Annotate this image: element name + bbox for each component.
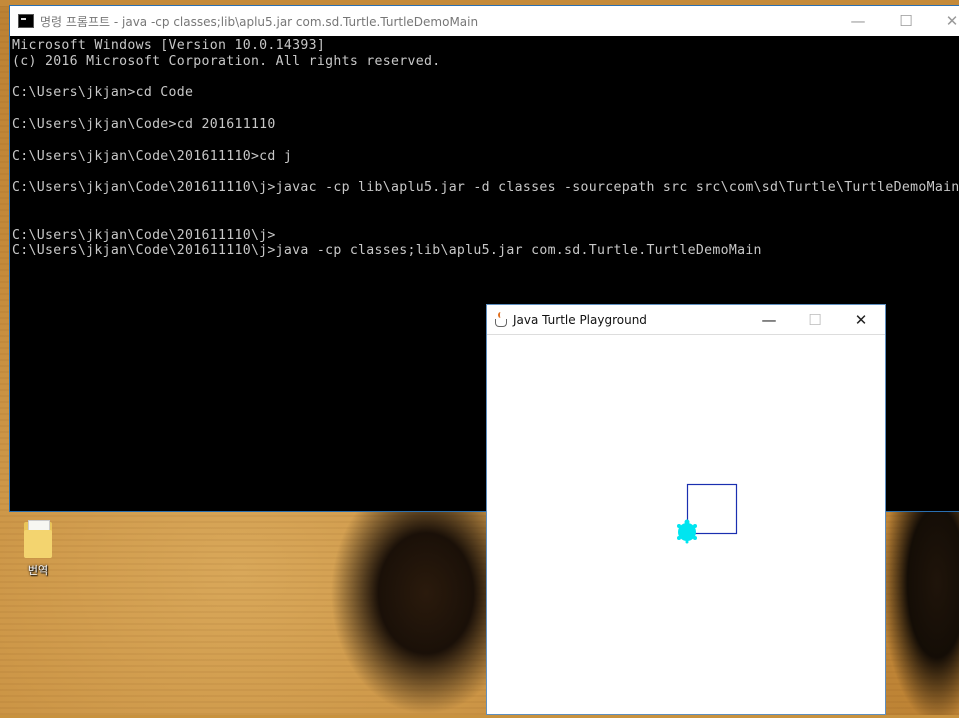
- turtle-leg: [693, 524, 697, 528]
- java-close-button[interactable]: ✕: [838, 305, 884, 334]
- console-line: Microsoft Windows [Version 10.0.14393]: [12, 38, 326, 53]
- turtle-leg: [693, 536, 697, 540]
- cmd-app-icon: [18, 14, 34, 28]
- console-line: C:\Users\jkjan\Code>cd 201611110: [12, 116, 276, 132]
- wallpaper-figure: [330, 512, 490, 715]
- desktop-icon-translation[interactable]: 번역: [14, 518, 62, 578]
- turtle-leg: [677, 524, 681, 528]
- java-window-title: Java Turtle Playground: [513, 312, 647, 327]
- folder-icon: [22, 518, 54, 558]
- cmd-close-button[interactable]: ✕: [929, 6, 959, 36]
- console-line: C:\Users\jkjan\Code\201611110\j>javac -c…: [12, 180, 959, 196]
- turtle-head: [684, 519, 690, 525]
- java-maximize-button[interactable]: ☐: [792, 305, 838, 334]
- java-titlebar[interactable]: Java Turtle Playground — ☐ ✕: [487, 305, 885, 335]
- console-line: (c) 2016 Microsoft Corporation. All righ…: [12, 53, 441, 69]
- cmd-window-title: 명령 프롬프트 - java -cp classes;lib\aplu5.jar…: [40, 14, 479, 29]
- turtle-tail: [685, 540, 689, 544]
- console-line: C:\Users\jkjan\Code\201611110>cd j: [12, 148, 293, 164]
- console-line: C:\Users\jkjan\Code\201611110\j>java -cp…: [12, 243, 762, 259]
- wallpaper-figure-right: [885, 512, 959, 715]
- turtle-leg: [677, 536, 681, 540]
- java-turtle-window[interactable]: Java Turtle Playground — ☐ ✕: [486, 304, 886, 715]
- java-minimize-button[interactable]: —: [746, 305, 792, 334]
- turtle-drawing: [677, 483, 738, 544]
- desktop-icon-label: 번역: [27, 564, 49, 577]
- turtle-sprite: [677, 519, 697, 544]
- cmd-minimize-button[interactable]: —: [835, 6, 881, 36]
- console-line: C:\Users\jkjan>cd Code: [12, 85, 194, 101]
- java-cup-icon: [494, 312, 507, 327]
- cmd-maximize-button[interactable]: ☐: [883, 6, 929, 36]
- turtle-canvas[interactable]: [487, 334, 885, 714]
- cmd-titlebar[interactable]: 명령 프롬프트 - java -cp classes;lib\aplu5.jar…: [10, 6, 959, 36]
- console-line: C:\Users\jkjan\Code\201611110\j>: [12, 227, 276, 243]
